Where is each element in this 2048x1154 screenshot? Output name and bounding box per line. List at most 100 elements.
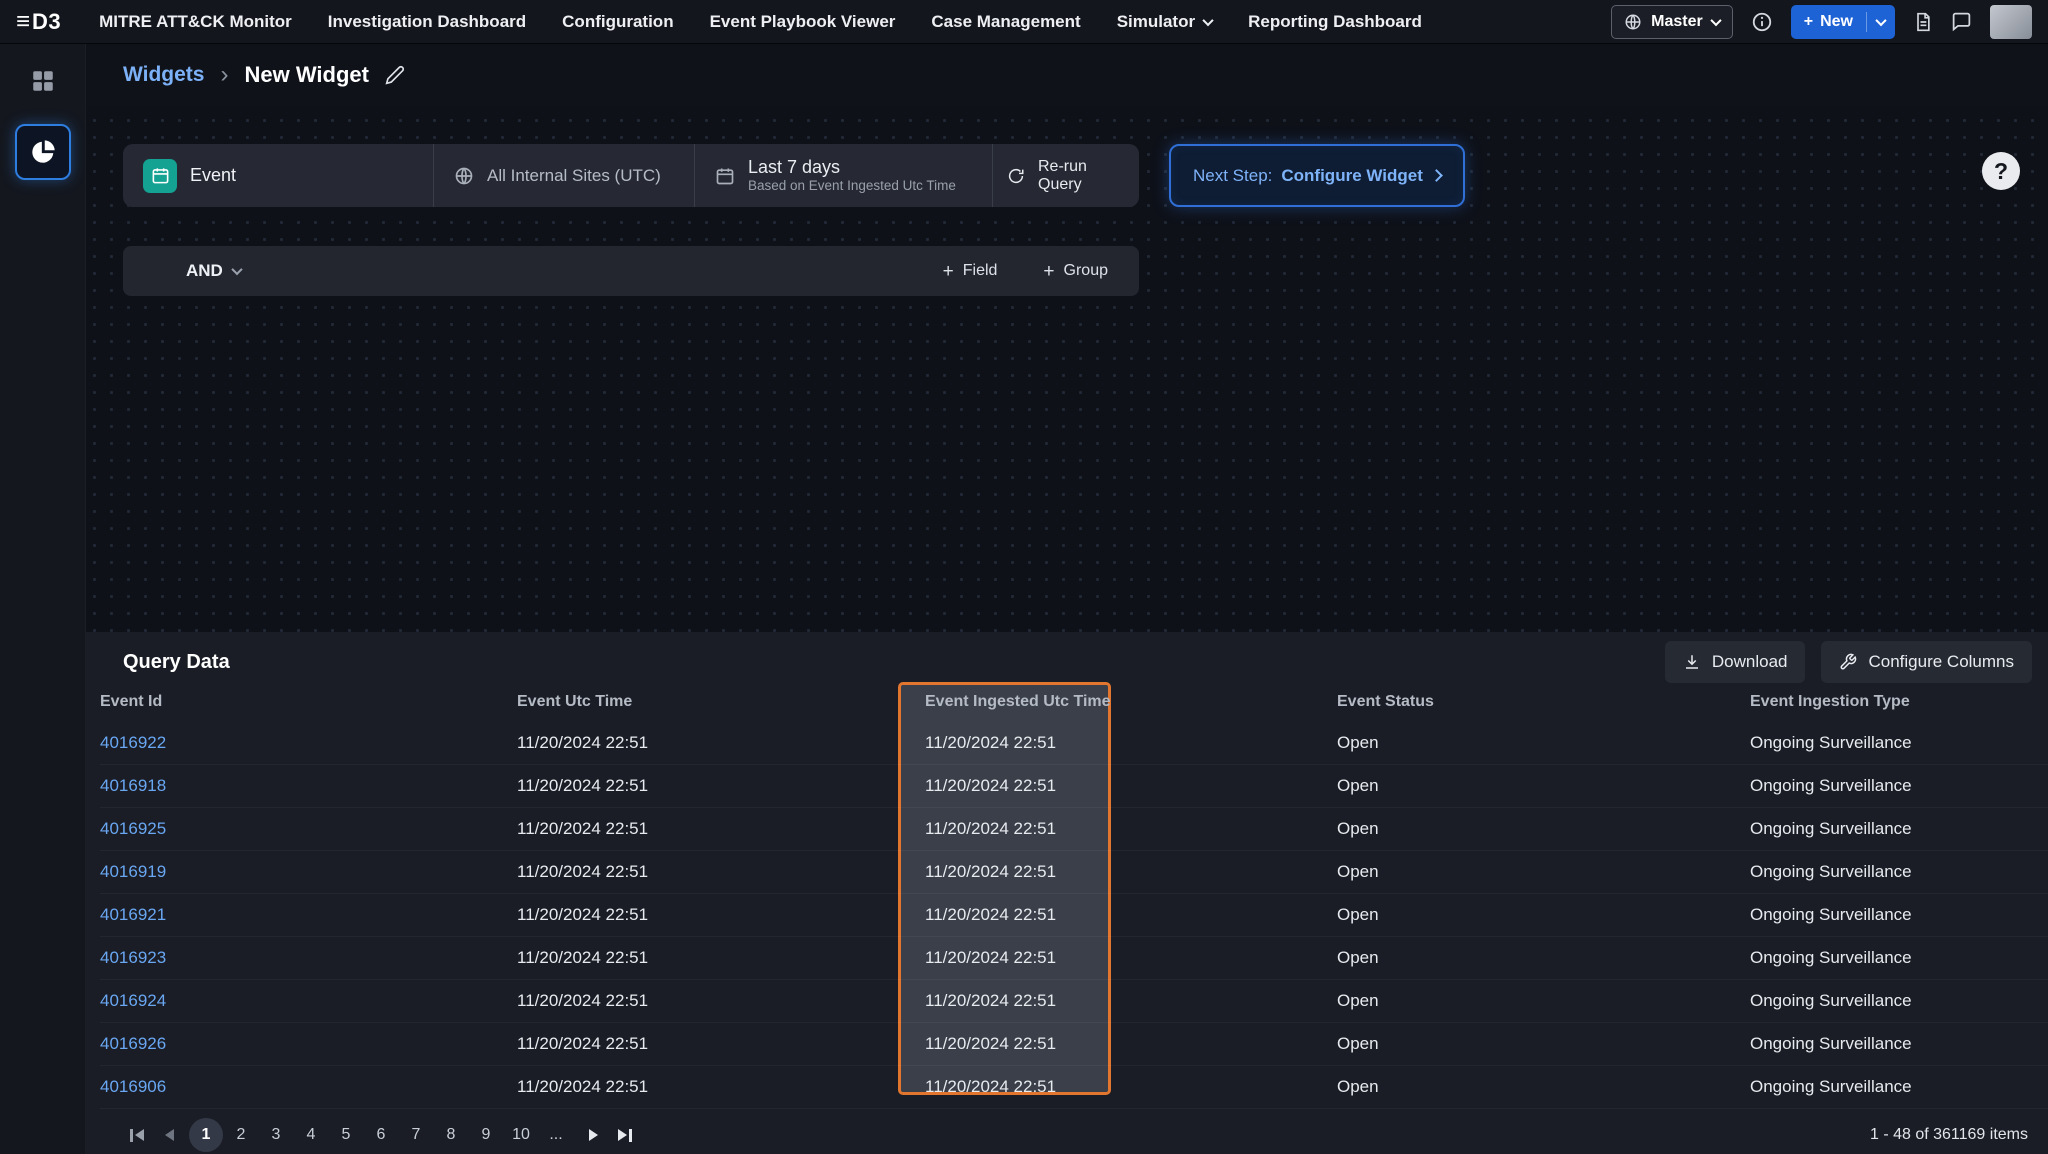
cell-event-utc-time: 11/20/2024 22:51 [517, 1034, 925, 1054]
page-button-6[interactable]: 6 [364, 1118, 398, 1152]
d3-logo[interactable]: ≡ D3 [16, 9, 61, 35]
table-row: 401690611/20/2024 22:5111/20/2024 22:51O… [100, 1066, 2048, 1109]
page-button-7[interactable]: 7 [399, 1118, 433, 1152]
query-data-panel: Query Data Download Configure Columns Ev… [86, 632, 2048, 1154]
add-group-button[interactable]: + Group [1043, 262, 1108, 281]
cell-event-ingestion-type: Ongoing Surveillance [1750, 948, 2048, 968]
nav-item-case-management[interactable]: Case Management [931, 12, 1080, 32]
configure-columns-button[interactable]: Configure Columns [1821, 641, 2032, 683]
cell-event-utc-time: 11/20/2024 22:51 [517, 862, 925, 882]
wrench-icon [1839, 653, 1857, 671]
nav-item-simulator[interactable]: Simulator [1117, 12, 1212, 32]
event-id-link[interactable]: 4016919 [100, 862, 517, 882]
nav-item-label: Event Playbook Viewer [710, 12, 896, 32]
page-button-2[interactable]: 2 [224, 1118, 258, 1152]
widgets-pie-chart-icon[interactable] [15, 124, 71, 180]
last-page-button[interactable] [609, 1118, 641, 1152]
logical-operator-dropdown[interactable]: AND [186, 261, 241, 281]
cell-event-ingestion-type: Ongoing Surveillance [1750, 862, 2048, 882]
page-button-4[interactable]: 4 [294, 1118, 328, 1152]
event-id-link[interactable]: 4016924 [100, 991, 517, 1011]
col-header-event-status[interactable]: Event Status [1337, 693, 1750, 711]
add-field-button[interactable]: + Field [943, 262, 998, 281]
pagination-summary: 1 - 48 of 361169 items [1870, 1126, 2028, 1144]
cell-event-utc-time: 11/20/2024 22:51 [517, 733, 925, 753]
cell-event-ingested-utc-time: 11/20/2024 22:51 [925, 819, 1337, 839]
event-id-link[interactable]: 4016926 [100, 1034, 517, 1054]
cell-event-ingested-utc-time: 11/20/2024 22:51 [925, 733, 1337, 753]
query-bar: Event All Internal Sites (UTC) Last [123, 144, 1139, 207]
nav-item-label: Case Management [931, 12, 1080, 32]
page-button-3[interactable]: 3 [259, 1118, 293, 1152]
page-button-5[interactable]: 5 [329, 1118, 363, 1152]
event-id-link[interactable]: 4016922 [100, 733, 517, 753]
col-header-event-ingested-utc-time[interactable]: Event Ingested Utc Time [925, 693, 1337, 711]
chat-icon[interactable] [1951, 11, 1972, 32]
nav-right-controls: Master + New [1611, 5, 2032, 39]
next-step-configure-widget-button[interactable]: Next Step: Configure Widget [1169, 144, 1465, 207]
first-page-button[interactable] [121, 1118, 153, 1152]
cell-event-ingestion-type: Ongoing Surveillance [1750, 776, 2048, 796]
cell-event-utc-time: 11/20/2024 22:51 [517, 1077, 925, 1097]
event-id-link[interactable]: 4016921 [100, 905, 517, 925]
help-button[interactable]: ? [1982, 152, 2020, 190]
table-row: 401692211/20/2024 22:5111/20/2024 22:51O… [100, 722, 2048, 765]
nav-item-configuration[interactable]: Configuration [562, 12, 673, 32]
page-button-10[interactable]: 10 [504, 1118, 538, 1152]
datasource-event-selector[interactable]: Event [123, 144, 434, 207]
page-button-1[interactable]: 1 [189, 1118, 223, 1152]
breadcrumb-widgets-link[interactable]: Widgets [123, 63, 204, 87]
plus-icon: + [943, 262, 954, 281]
info-icon[interactable] [1751, 11, 1773, 33]
operator-label: AND [186, 261, 223, 281]
table-row: 401692311/20/2024 22:5111/20/2024 22:51O… [100, 937, 2048, 980]
col-header-event-ingestion-type[interactable]: Event Ingestion Type [1750, 693, 2048, 711]
nav-item-reporting-dashboard[interactable]: Reporting Dashboard [1248, 12, 1422, 32]
user-avatar[interactable] [1990, 5, 2032, 39]
next-page-button[interactable] [577, 1118, 609, 1152]
table-row: 401692111/20/2024 22:5111/20/2024 22:51O… [100, 894, 2048, 937]
breadcrumb: Widgets › New Widget [86, 44, 2048, 106]
nav-item-event-playbook-viewer[interactable]: Event Playbook Viewer [710, 12, 896, 32]
nav-item-label: MITRE ATT&CK Monitor [99, 12, 292, 32]
datasource-label: Event [190, 165, 236, 186]
rerun-query-button[interactable]: Re-run Query [993, 144, 1139, 207]
dashboard-grid-icon[interactable] [30, 68, 56, 94]
sites-selector[interactable]: All Internal Sites (UTC) [434, 144, 695, 207]
query-data-table: Event Id Event Utc Time Event Ingested U… [100, 682, 2048, 1109]
cell-event-ingested-utc-time: 11/20/2024 22:51 [925, 948, 1337, 968]
event-id-link[interactable]: 4016918 [100, 776, 517, 796]
event-id-link[interactable]: 4016925 [100, 819, 517, 839]
chevron-down-icon [1710, 14, 1721, 25]
download-icon [1683, 653, 1701, 671]
event-id-link[interactable]: 4016906 [100, 1077, 517, 1097]
new-button[interactable]: + New [1791, 5, 1895, 39]
page-button-8[interactable]: 8 [434, 1118, 468, 1152]
nav-item-investigation-dashboard[interactable]: Investigation Dashboard [328, 12, 526, 32]
cell-event-status: Open [1337, 1034, 1750, 1054]
cell-event-status: Open [1337, 819, 1750, 839]
download-button[interactable]: Download [1665, 641, 1806, 683]
event-calendar-icon [143, 159, 177, 193]
cell-event-ingestion-type: Ongoing Surveillance [1750, 1077, 2048, 1097]
document-icon[interactable] [1913, 11, 1933, 33]
event-id-link[interactable]: 4016923 [100, 948, 517, 968]
master-site-dropdown[interactable]: Master [1611, 5, 1733, 39]
table-body: 401692211/20/2024 22:5111/20/2024 22:51O… [100, 722, 2048, 1109]
new-dropdown-caret[interactable] [1867, 5, 1895, 39]
master-label: Master [1651, 13, 1703, 31]
page-button-9[interactable]: 9 [469, 1118, 503, 1152]
add-field-label: Field [963, 262, 998, 280]
date-range-subtitle: Based on Event Ingested Utc Time [748, 178, 956, 195]
nav-item-mitre-att-ck-monitor[interactable]: MITRE ATT&CK Monitor [99, 12, 292, 32]
plus-icon: + [1804, 13, 1813, 31]
previous-page-button[interactable] [153, 1118, 185, 1152]
col-header-event-id[interactable]: Event Id [100, 693, 517, 711]
chevron-down-icon [231, 264, 242, 275]
globe-icon [1624, 13, 1642, 31]
date-range-selector[interactable]: Last 7 days Based on Event Ingested Utc … [695, 144, 993, 207]
date-range-label: Last 7 days [748, 156, 956, 179]
col-header-event-utc-time[interactable]: Event Utc Time [517, 693, 925, 711]
cell-event-ingestion-type: Ongoing Surveillance [1750, 991, 2048, 1011]
edit-pencil-icon[interactable] [385, 65, 405, 85]
